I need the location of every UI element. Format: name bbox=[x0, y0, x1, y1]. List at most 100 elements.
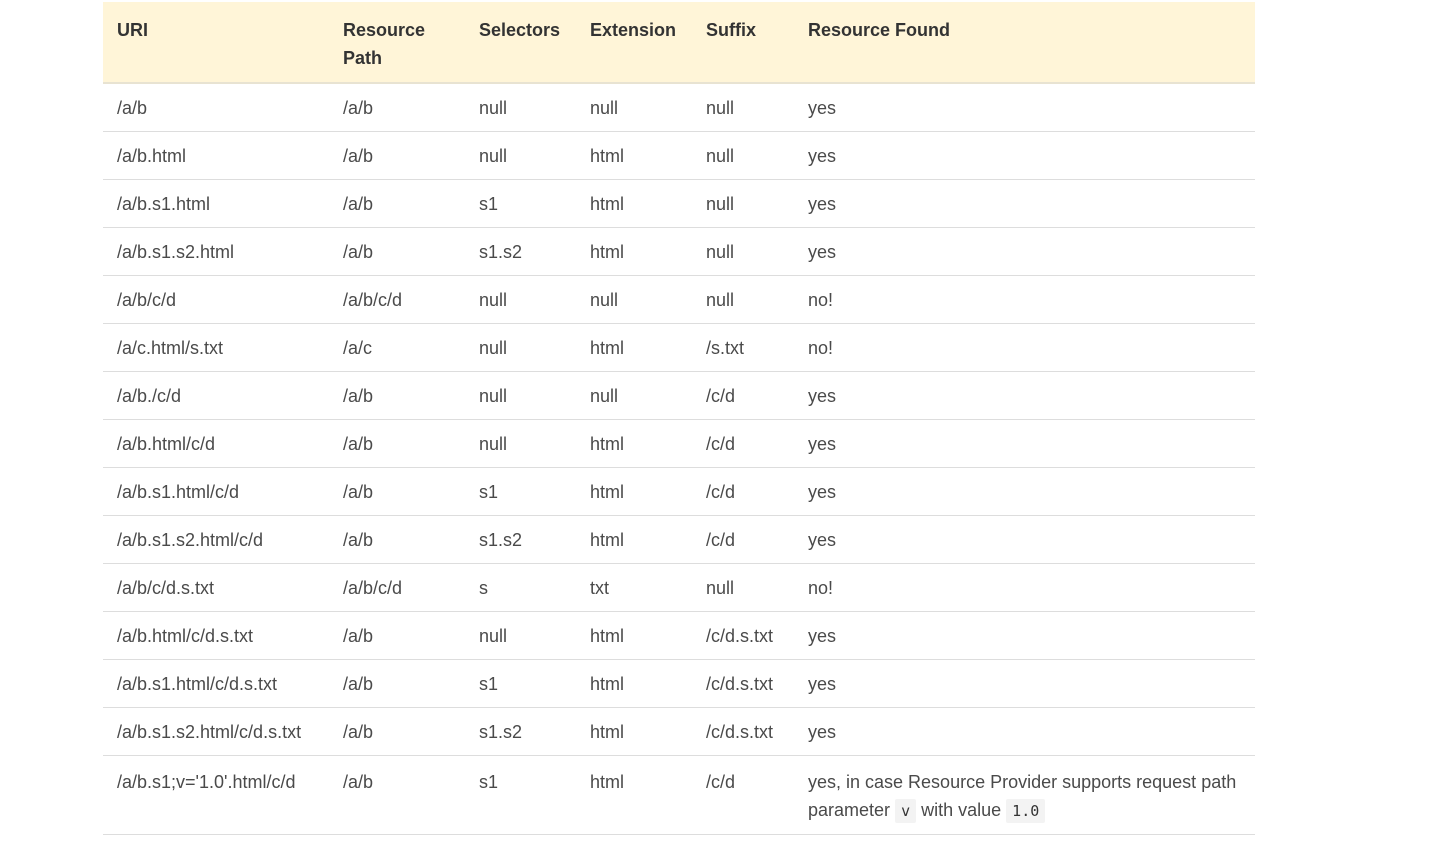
table-row: /a/c.html/s.txt/a/c null html/s.txt no! bbox=[103, 323, 1255, 372]
table-row: /a/b./c/d/a/b null null/c/d yes bbox=[103, 371, 1255, 420]
cell-uri: /a/b.s1.html bbox=[103, 179, 329, 228]
table-row: /a/b.s1.s2.html/a/b s1.s2 html null yes bbox=[103, 227, 1255, 276]
cell-extension: null bbox=[576, 83, 692, 132]
cell-resource-path: /a/b bbox=[329, 707, 465, 756]
cell-uri: /a/b.s1.s2.html/c/d.s.txt bbox=[103, 707, 329, 756]
cell-suffix: null bbox=[692, 131, 794, 180]
table-row: /a/b.html/a/b null html null yes bbox=[103, 131, 1255, 180]
cell-extension: html bbox=[576, 659, 692, 708]
cell-resource-found: yes bbox=[794, 83, 1255, 132]
cell-resource-path: /a/b bbox=[329, 419, 465, 468]
table-header: URI Resource Path Selectors Extension Su… bbox=[103, 2, 1255, 84]
cell-selectors: s1.s2 bbox=[465, 515, 576, 564]
cell-extension: html bbox=[576, 323, 692, 372]
cell-uri: /a/b.s1.s2.html bbox=[103, 227, 329, 276]
cell-selectors: null bbox=[465, 371, 576, 420]
cell-extension: html bbox=[576, 611, 692, 660]
cell-extension: html bbox=[576, 467, 692, 516]
cell-suffix: /c/d bbox=[692, 467, 794, 516]
cell-resource-found: yes bbox=[794, 707, 1255, 756]
header-selectors: Selectors bbox=[465, 2, 576, 84]
cell-selectors: s1 bbox=[465, 755, 576, 835]
cell-selectors: s1.s2 bbox=[465, 707, 576, 756]
table-row: /a/b.s1;v='1.0'.html/c/d /a/b s1 html /c… bbox=[103, 755, 1255, 835]
cell-resource-path: /a/b bbox=[329, 467, 465, 516]
cell-suffix: null bbox=[692, 83, 794, 132]
cell-uri: /a/b.s1.html/c/d.s.txt bbox=[103, 659, 329, 708]
found-text-middle: with value bbox=[921, 800, 1002, 820]
cell-resource-path: /a/b bbox=[329, 131, 465, 180]
cell-resource-path: /a/b bbox=[329, 179, 465, 228]
cell-extension: html bbox=[576, 755, 692, 835]
resource-resolution-table: URI Resource Path Selectors Extension Su… bbox=[103, 2, 1255, 835]
table-row: /a/b.s1.html/a/b s1 html null yes bbox=[103, 179, 1255, 228]
cell-resource-found: yes bbox=[794, 515, 1255, 564]
table-row: /a/b.s1.s2.html/c/d/a/b s1.s2 html/c/d yes bbox=[103, 515, 1255, 564]
cell-uri: /a/b.html bbox=[103, 131, 329, 180]
cell-resource-path: /a/b bbox=[329, 755, 465, 835]
cell-suffix: null bbox=[692, 179, 794, 228]
cell-uri: /a/b.html/c/d bbox=[103, 419, 329, 468]
resource-resolution-table-container: URI Resource Path Selectors Extension Su… bbox=[103, 2, 1255, 835]
table-row: /a/b.s1.s2.html/c/d.s.txt/a/b s1.s2 html/c… bbox=[103, 707, 1255, 756]
param-value-code: 1.0 bbox=[1006, 799, 1046, 823]
cell-resource-found: yes bbox=[794, 419, 1255, 468]
cell-suffix: null bbox=[692, 563, 794, 612]
cell-extension: html bbox=[576, 707, 692, 756]
cell-selectors: s1.s2 bbox=[465, 227, 576, 276]
table-row: /a/b.s1.html/c/d/a/b s1 html/c/d yes bbox=[103, 467, 1255, 516]
table-row: /a/b.html/c/d/a/b null html/c/d yes bbox=[103, 419, 1255, 468]
param-name-code: v bbox=[895, 799, 917, 823]
header-suffix: Suffix bbox=[692, 2, 794, 84]
cell-uri: /a/c.html/s.txt bbox=[103, 323, 329, 372]
cell-selectors: null bbox=[465, 419, 576, 468]
cell-resource-found: no! bbox=[794, 275, 1255, 324]
cell-extension: html bbox=[576, 515, 692, 564]
cell-resource-found: no! bbox=[794, 323, 1255, 372]
cell-resource-path: /a/b/c/d bbox=[329, 563, 465, 612]
cell-uri: /a/b.s1.html/c/d bbox=[103, 467, 329, 516]
header-resource-found: Resource Found bbox=[794, 2, 1255, 84]
cell-resource-found: no! bbox=[794, 563, 1255, 612]
table-row: /a/b.html/c/d.s.txt/a/b null html/c/d.s.tx… bbox=[103, 611, 1255, 660]
cell-selectors: null bbox=[465, 131, 576, 180]
cell-uri: /a/b.s1;v='1.0'.html/c/d bbox=[103, 755, 329, 835]
cell-resource-path: /a/b bbox=[329, 659, 465, 708]
cell-resource-found: yes bbox=[794, 371, 1255, 420]
cell-extension: null bbox=[576, 275, 692, 324]
cell-selectors: null bbox=[465, 275, 576, 324]
cell-extension: null bbox=[576, 371, 692, 420]
cell-suffix: /s.txt bbox=[692, 323, 794, 372]
cell-suffix: /c/d bbox=[692, 371, 794, 420]
cell-resource-found: yes bbox=[794, 659, 1255, 708]
header-extension: Extension bbox=[576, 2, 692, 84]
cell-suffix: /c/d.s.txt bbox=[692, 611, 794, 660]
cell-extension: html bbox=[576, 131, 692, 180]
cell-resource-found: yes bbox=[794, 179, 1255, 228]
cell-resource-path: /a/b bbox=[329, 611, 465, 660]
table-row: /a/b/c/d.s.txt/a/b/c/d s txt null no! bbox=[103, 563, 1255, 612]
header-resource-path: Resource Path bbox=[329, 2, 465, 84]
table-row: /a/b/a/b null null null yes bbox=[103, 83, 1255, 132]
cell-uri: /a/b bbox=[103, 83, 329, 132]
table-row: /a/b/c/d/a/b/c/d null null null no! bbox=[103, 275, 1255, 324]
cell-resource-path: /a/b bbox=[329, 371, 465, 420]
cell-suffix: /c/d.s.txt bbox=[692, 659, 794, 708]
cell-selectors: null bbox=[465, 323, 576, 372]
cell-resource-found: yes bbox=[794, 131, 1255, 180]
cell-uri: /a/b./c/d bbox=[103, 371, 329, 420]
cell-resource-path: /a/c bbox=[329, 323, 465, 372]
cell-resource-path: /a/b bbox=[329, 227, 465, 276]
cell-selectors: s1 bbox=[465, 467, 576, 516]
cell-resource-path: /a/b bbox=[329, 83, 465, 132]
cell-extension: html bbox=[576, 419, 692, 468]
cell-extension: html bbox=[576, 227, 692, 276]
cell-suffix: null bbox=[692, 227, 794, 276]
cell-suffix: /c/d bbox=[692, 419, 794, 468]
cell-extension: txt bbox=[576, 563, 692, 612]
cell-suffix: /c/d.s.txt bbox=[692, 707, 794, 756]
cell-uri: /a/b/c/d bbox=[103, 275, 329, 324]
cell-extension: html bbox=[576, 179, 692, 228]
header-row: URI Resource Path Selectors Extension Su… bbox=[103, 2, 1255, 84]
cell-uri: /a/b.s1.s2.html/c/d bbox=[103, 515, 329, 564]
